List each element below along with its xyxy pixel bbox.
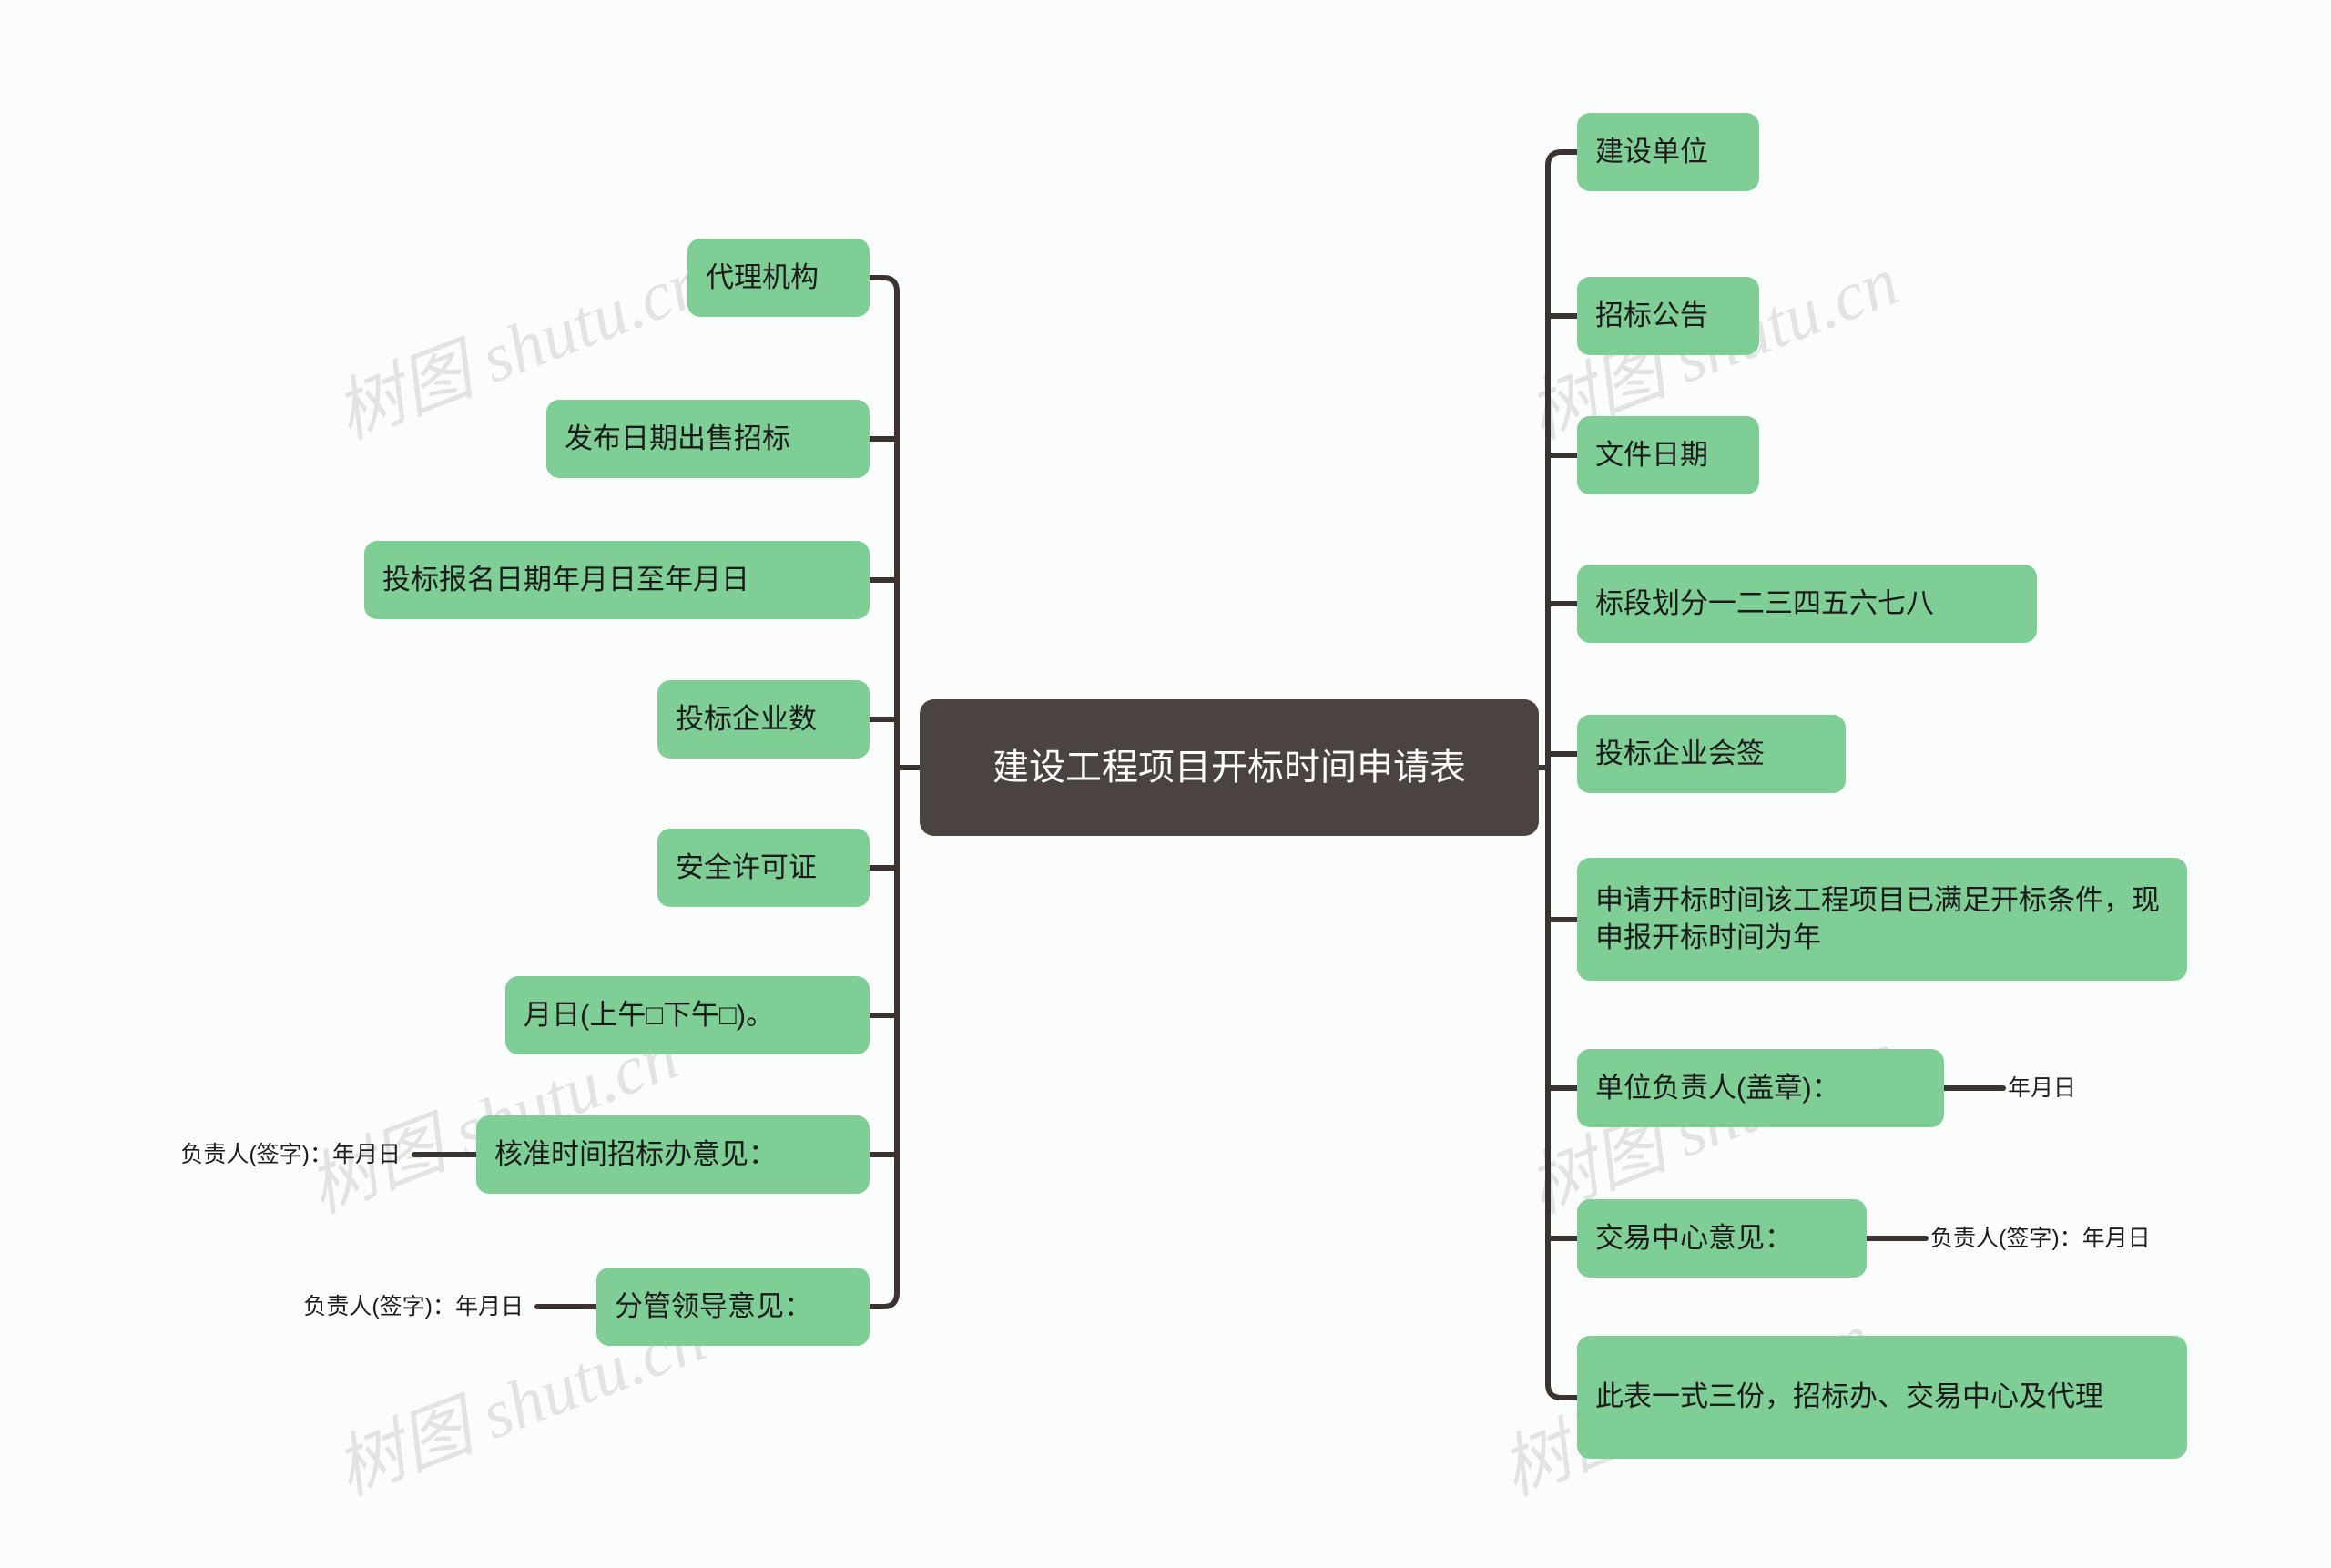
right-branch-label-6: 单位负责人(盖章)： [1595,1071,1840,1104]
root-node[interactable]: 建设工程项目开标时间申请表 [920,699,1539,836]
right-branch-label-1: 招标公告 [1595,299,1708,331]
right-branch-node-2[interactable]: 文件日期 [1577,416,1759,494]
right-branch-node-8[interactable]: 此表一式三份，招标办、交易中心及代理 [1577,1336,2187,1459]
left-branch-node-5[interactable]: 月日(上午□下午□)。 [505,976,870,1054]
left-leaf-label-6-0: 负责人(签字)：年月日 [180,1141,401,1167]
right-branch-node-4[interactable]: 投标企业会签 [1577,715,1846,793]
right-branch-node-5[interactable]: 申请开标时间该工程项目已满足开标条件，现申报开标时间为年 [1577,858,2187,981]
left-branch-label-1: 发布日期出售招标 [565,422,790,454]
left-branch-label-2: 投标报名日期年月日至年月日 [382,563,749,596]
left-leaf-node-7-0[interactable]: 负责人(签字)：年月日 [241,1284,524,1329]
right-branch-label-4: 投标企业会签 [1595,737,1765,769]
right-branch-label-3: 标段划分一二三四五六七八 [1595,586,1934,619]
left-branch-node-0[interactable]: 代理机构 [687,239,870,317]
left-branch-label-6: 核准时间招标办意见： [494,1137,777,1170]
right-branch-label-5: 申请开标时间该工程项目已满足开标条件，现申报开标时间为年 [1595,883,2160,953]
right-branch-label-8: 此表一式三份，招标办、交易中心及代理 [1595,1380,2103,1413]
left-branch-label-5: 月日(上午□下午□)。 [524,998,775,1031]
right-leaf-label-7-0: 负责人(签字)：年月日 [1930,1225,2151,1251]
right-branch-label-7: 交易中心意见： [1595,1221,1793,1254]
right-branch-node-1[interactable]: 招标公告 [1577,277,1759,355]
left-leaf-label-7-0: 负责人(签字)：年月日 [303,1293,524,1319]
left-branch-node-4[interactable]: 安全许可证 [657,829,870,907]
right-branch-node-6[interactable]: 单位负责人(盖章)： [1577,1049,1944,1127]
right-leaf-label-6-0: 年月日 [2008,1074,2077,1101]
root-node-label: 建设工程项目开标时间申请表 [992,747,1466,788]
left-branch-label-3: 投标企业数 [676,702,817,735]
mindmap-canvas: 树图 shutu.cn 树图 shutu.cn 树图 shutu.cn 树图 s… [0,0,2331,1568]
right-branch-label-2: 文件日期 [1595,438,1708,471]
right-leaf-node-6-0[interactable]: 年月日 [2008,1065,2235,1111]
left-branch-node-1[interactable]: 发布日期出售招标 [546,400,870,478]
left-leaf-node-6-0[interactable]: 负责人(签字)：年月日 [127,1132,401,1177]
left-branch-node-7[interactable]: 分管领导意见： [596,1268,870,1346]
right-branch-node-0[interactable]: 建设单位 [1577,113,1759,191]
left-branch-label-0: 代理机构 [706,260,819,293]
left-branch-node-6[interactable]: 核准时间招标办意见： [476,1115,870,1194]
left-branch-node-3[interactable]: 投标企业数 [657,680,870,759]
right-branch-label-0: 建设单位 [1595,135,1708,168]
left-branch-node-2[interactable]: 投标报名日期年月日至年月日 [364,541,870,619]
left-branch-label-4: 安全许可证 [676,850,817,883]
right-branch-node-3[interactable]: 标段划分一二三四五六七八 [1577,565,2037,643]
right-leaf-node-7-0[interactable]: 负责人(签字)：年月日 [1930,1216,2231,1261]
left-branch-label-7: 分管领导意见： [615,1289,812,1322]
right-branch-node-7[interactable]: 交易中心意见： [1577,1199,1867,1278]
